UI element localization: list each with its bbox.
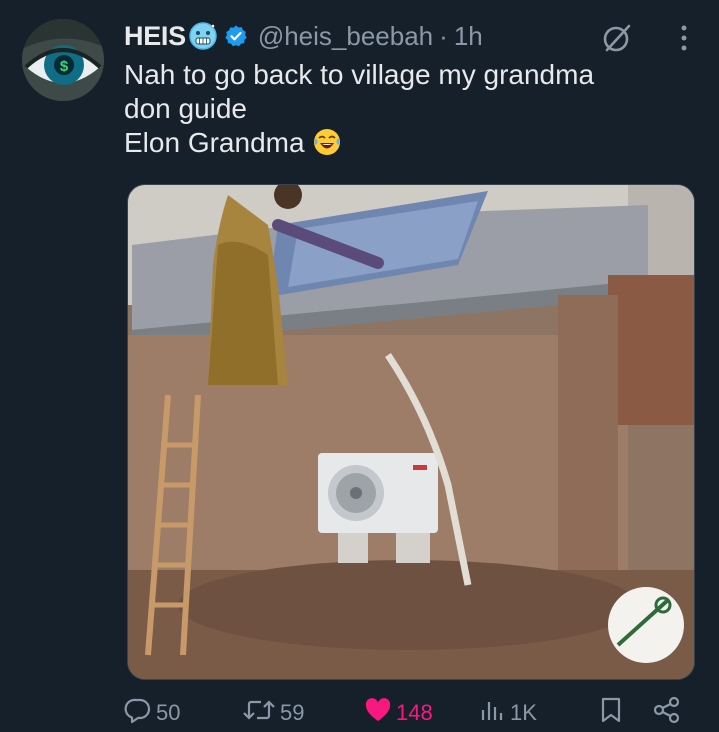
verified-badge-icon: [224, 24, 248, 48]
user-handle[interactable]: @heis_beebah: [258, 21, 433, 52]
timestamp[interactable]: 1h: [454, 21, 483, 52]
share-icon: [652, 696, 682, 730]
display-name[interactable]: HEIS: [124, 21, 186, 52]
more-icon[interactable]: [679, 22, 689, 59]
avatar[interactable]: $: [22, 19, 104, 101]
tweet-text: Nah to go back to village my grandma don…: [124, 58, 694, 165]
views-button[interactable]: 1K: [480, 694, 537, 732]
share-button[interactable]: [652, 694, 682, 732]
tweet-text-line-content: Elon Grandma: [124, 127, 305, 158]
like-count: 148: [396, 700, 433, 725]
tweet-text-line: Elon Grandma: [124, 126, 694, 165]
svg-text:$: $: [60, 58, 69, 75]
separator: ·: [439, 20, 448, 51]
reply-count: 50: [156, 700, 181, 725]
tweet-text-line: Nah to go back to village my grandma: [124, 59, 595, 90]
retweet-button[interactable]: 59: [242, 694, 304, 732]
grok-icon[interactable]: [601, 22, 633, 59]
reply-icon: [124, 696, 152, 730]
cold-face-emoji-icon: [188, 21, 218, 51]
retweet-icon: [242, 696, 276, 730]
reply-button[interactable]: 50: [124, 694, 180, 732]
like-icon: [364, 696, 392, 730]
tweet-media-image[interactable]: [127, 184, 695, 680]
bookmark-icon: [598, 696, 624, 730]
tweet-action-bar: 50 59 148 1K: [0, 694, 719, 732]
views-icon: [480, 696, 506, 730]
bookmark-button[interactable]: [598, 694, 624, 732]
retweet-count: 59: [280, 700, 305, 725]
laughing-tears-emoji-icon: [312, 127, 342, 165]
like-button[interactable]: 148: [364, 694, 433, 732]
tweet-text-line: don guide: [124, 93, 248, 124]
views-count: 1K: [510, 700, 537, 725]
